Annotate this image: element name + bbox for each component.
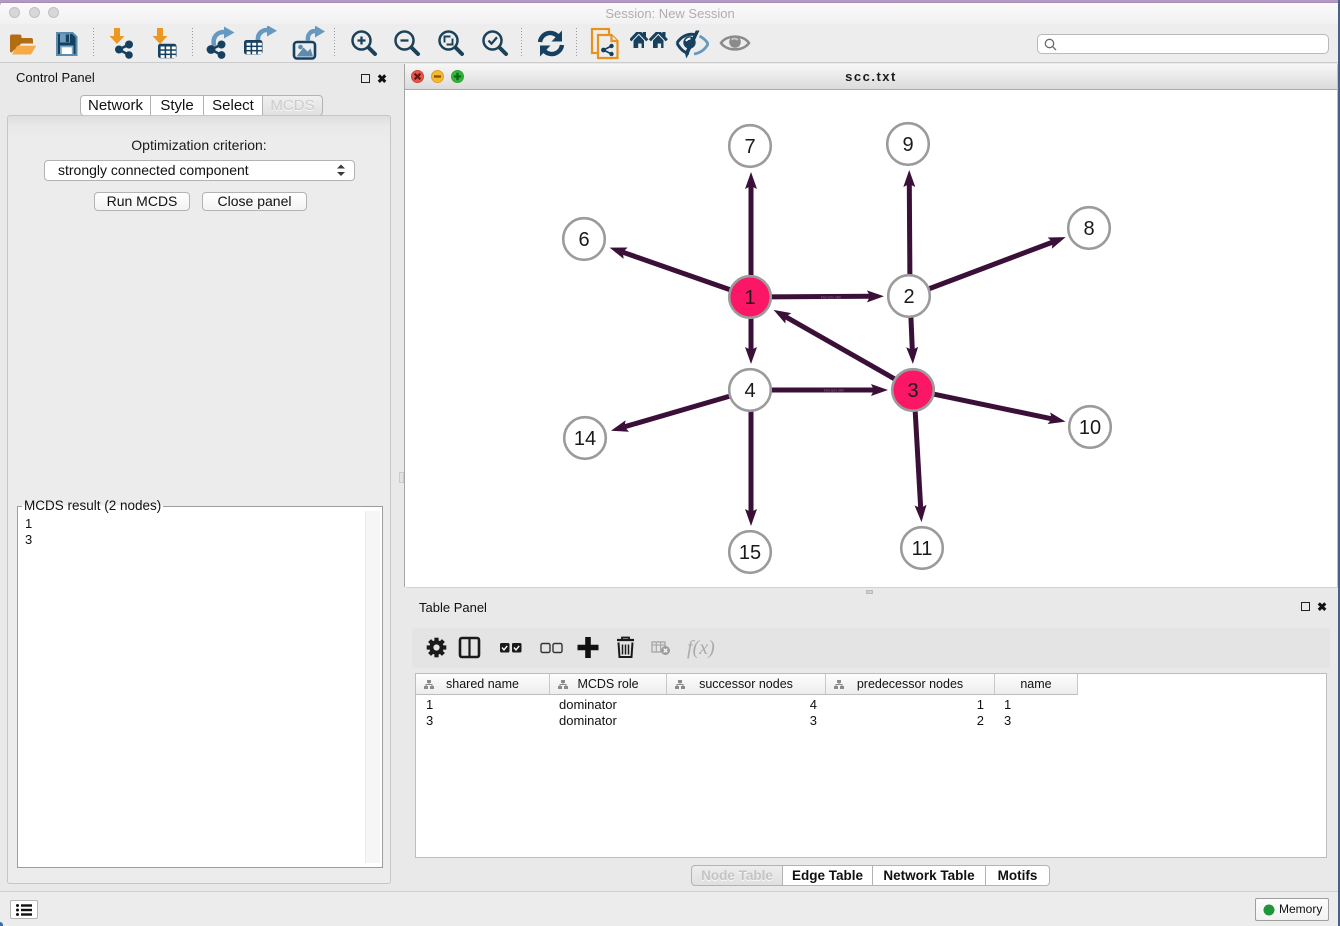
svg-text:11: 11 (912, 538, 933, 560)
svg-text:interacts with: interacts with (824, 388, 844, 392)
svg-text:8: 8 (1083, 218, 1094, 240)
svg-text:3: 3 (907, 380, 918, 402)
svg-text:10: 10 (1079, 417, 1101, 439)
svg-text:2: 2 (903, 286, 914, 308)
svg-text:14: 14 (574, 428, 596, 450)
svg-text:15: 15 (739, 542, 761, 564)
svg-text:9: 9 (902, 134, 913, 156)
svg-text:4: 4 (744, 380, 755, 402)
svg-text:6: 6 (578, 229, 589, 251)
svg-text:f(x): f(x) (687, 637, 715, 659)
svg-text:1: 1 (744, 287, 755, 309)
svg-text:interacts with: interacts with (821, 295, 841, 299)
svg-text:7: 7 (744, 136, 755, 158)
